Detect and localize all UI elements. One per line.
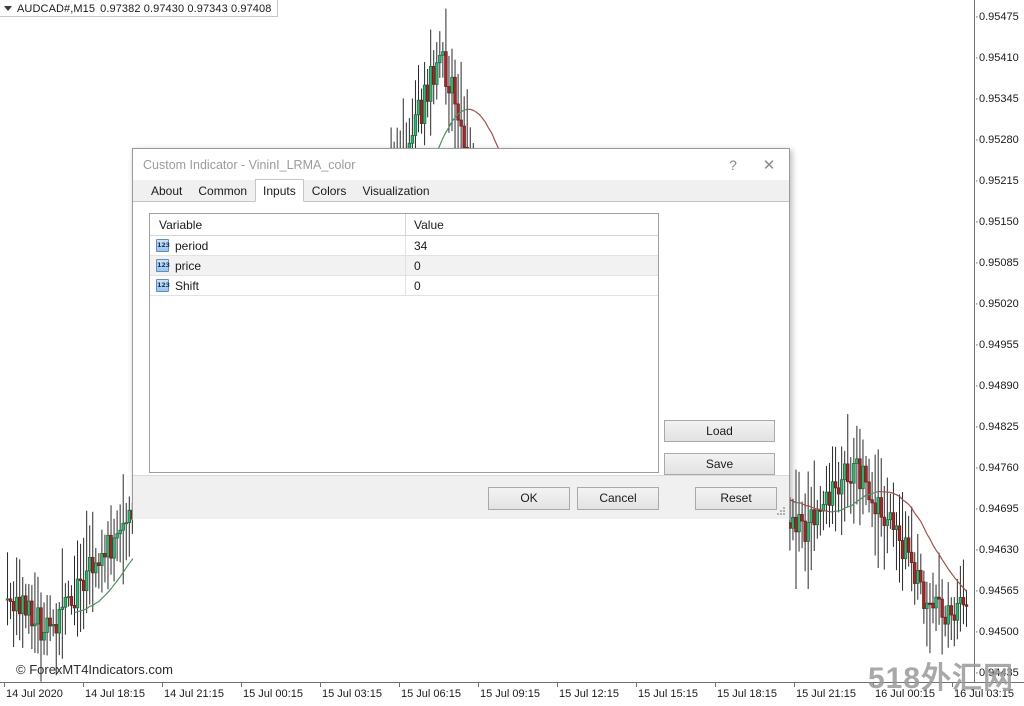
watermark-right: 518外汇网 <box>868 662 1015 695</box>
price-tick: ·0.95280 <box>975 134 1019 146</box>
cell-value[interactable]: 0 <box>406 256 658 275</box>
tab-about[interactable]: About <box>143 181 191 201</box>
price-tick: ·0.95020 <box>975 298 1019 310</box>
numeric-input-icon: 123 <box>156 239 170 252</box>
time-tick: 15 Jul 03:15 <box>322 688 382 700</box>
time-tick: 15 Jul 15:15 <box>638 688 698 700</box>
dialog-title: Custom Indicator - VininI_LRMA_color <box>143 157 356 172</box>
inputs-table[interactable]: Variable Value 123 period 34 123 price 0 123 Sh… <box>149 213 659 473</box>
time-tick-mark <box>320 683 321 687</box>
time-tick: 14 Jul 21:15 <box>164 688 224 700</box>
tab-common[interactable]: Common <box>190 181 256 201</box>
dialog-footer: OK Cancel Reset <box>133 475 789 519</box>
time-tick: 15 Jul 06:15 <box>401 688 461 700</box>
cell-variable: 123 price <box>150 256 406 275</box>
grip-dot <box>783 507 785 509</box>
price-tick: ·0.94565 <box>975 585 1019 597</box>
tab-inputs[interactable]: Inputs <box>255 179 304 202</box>
time-tick: 15 Jul 00:15 <box>243 688 303 700</box>
tab-visualization[interactable]: Visualization <box>354 181 438 201</box>
cancel-button[interactable]: Cancel <box>577 487 659 510</box>
ohlc-values: 0.97382 0.97430 0.97343 0.97408 <box>100 2 272 15</box>
table-row[interactable]: 123 price 0 <box>150 256 658 276</box>
symbol-label: AUDCAD#,M15 <box>17 2 96 15</box>
close-icon[interactable]: ✕ <box>752 149 786 180</box>
time-tick-mark <box>715 683 716 687</box>
grip-dot <box>783 513 785 515</box>
price-tick: ·0.95475 <box>975 11 1019 23</box>
column-header-value: Value <box>414 218 444 232</box>
cell-variable: 123 Shift <box>150 276 406 295</box>
dialog-titlebar[interactable]: Custom Indicator - VininI_LRMA_color ? ✕ <box>133 149 789 180</box>
time-tick-mark <box>794 683 795 687</box>
cell-value[interactable]: 34 <box>406 236 658 255</box>
time-tick: 15 Jul 12:15 <box>559 688 619 700</box>
grip-dot <box>783 510 785 512</box>
watermark-left: © ForexMT4Indicators.com <box>16 662 173 677</box>
grip-dot <box>777 513 779 515</box>
tabstrip[interactable]: About Common Inputs Colors Visualization <box>133 179 789 202</box>
time-tick-mark <box>478 683 479 687</box>
time-tick: 14 Jul 18:15 <box>85 688 145 700</box>
price-tick: ·0.95150 <box>975 216 1019 228</box>
grip-dot <box>780 510 782 512</box>
variable-name: price <box>175 258 202 273</box>
time-tick-mark <box>399 683 400 687</box>
time-tick: 15 Jul 21:15 <box>796 688 856 700</box>
price-axis[interactable]: ·0.95475 ·0.95410 ·0.95345 ·0.95280 ·0.95215… <box>974 0 1024 682</box>
column-header-variable: Variable <box>150 214 406 235</box>
resize-grip[interactable] <box>777 507 787 517</box>
cell-value[interactable]: 0 <box>406 276 658 295</box>
time-tick-mark <box>241 683 242 687</box>
grip-dot <box>780 513 782 515</box>
time-tick: 15 Jul 09:15 <box>480 688 540 700</box>
time-tick-mark <box>557 683 558 687</box>
tab-colors[interactable]: Colors <box>303 181 355 201</box>
variable-name: period <box>175 238 209 253</box>
save-button[interactable]: Save <box>664 453 775 475</box>
price-tick: ·0.94890 <box>975 380 1019 392</box>
variable-name: Shift <box>175 278 200 293</box>
cell-variable: 123 period <box>150 236 406 255</box>
price-tick: ·0.94760 <box>975 462 1019 474</box>
time-tick-mark <box>4 683 5 687</box>
mt4-chart-window: ·0.95475 ·0.95410 ·0.95345 ·0.95280 ·0.95215… <box>0 0 1024 706</box>
table-body: 123 period 34 123 price 0 123 Shift 0 <box>150 236 658 296</box>
numeric-input-icon: 123 <box>156 279 170 292</box>
price-tick: ·0.94825 <box>975 421 1019 433</box>
price-tick: ·0.95345 <box>975 93 1019 105</box>
price-tick: ·0.94695 <box>975 503 1019 515</box>
dialog-body: Variable Value 123 period 34 123 price 0 123 Sh… <box>133 202 789 626</box>
price-tick: ·0.94955 <box>975 339 1019 351</box>
table-header: Variable Value <box>150 214 658 236</box>
table-row[interactable]: 123 Shift 0 <box>150 276 658 296</box>
time-tick-mark <box>636 683 637 687</box>
price-tick: ·0.95410 <box>975 52 1019 64</box>
time-tick-mark <box>83 683 84 687</box>
load-button[interactable]: Load <box>664 420 775 442</box>
time-tick: 15 Jul 18:15 <box>717 688 777 700</box>
price-tick: ·0.95085 <box>975 257 1019 269</box>
ok-button[interactable]: OK <box>488 487 570 510</box>
price-tick: ·0.94630 <box>975 544 1019 556</box>
time-tick: 14 Jul 2020 <box>6 688 63 700</box>
chevron-down-icon[interactable] <box>4 6 12 11</box>
table-row[interactable]: 123 period 34 <box>150 236 658 256</box>
custom-indicator-dialog[interactable]: Custom Indicator - VininI_LRMA_color ? ✕… <box>132 148 790 626</box>
numeric-input-icon: 123 <box>156 259 170 272</box>
help-icon[interactable]: ? <box>716 149 750 180</box>
price-tick: ·0.94500 <box>975 626 1019 638</box>
price-tick: ·0.95215 <box>975 175 1019 187</box>
time-tick-mark <box>162 683 163 687</box>
symbol-info-bar[interactable]: AUDCAD#,M15 0.97382 0.97430 0.97343 0.97… <box>0 0 279 17</box>
reset-button[interactable]: Reset <box>695 487 777 510</box>
